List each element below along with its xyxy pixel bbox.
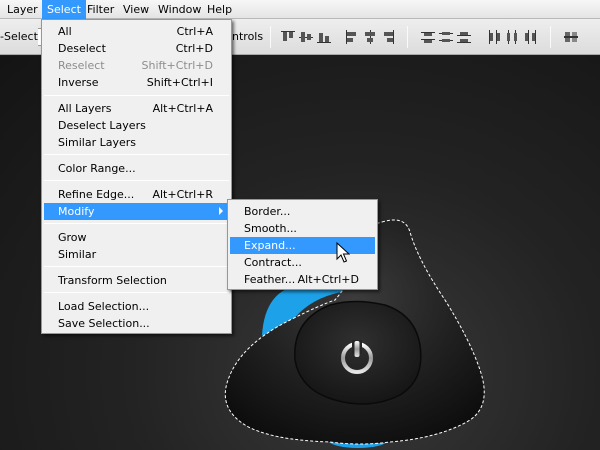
- menu-separator: [44, 180, 229, 181]
- menu-item-transform-selection[interactable]: Transform Selection: [44, 272, 229, 289]
- distribute-bottom-edges-icon[interactable]: [456, 29, 472, 45]
- menu-item-label: Color Range...: [58, 162, 136, 175]
- menu-item-shortcut: Shift+Ctrl+I: [146, 76, 213, 89]
- menu-item-save-selection[interactable]: Save Selection...: [44, 315, 229, 332]
- menu-item-label: Deselect Layers: [58, 119, 146, 132]
- align-right-edges-icon[interactable]: [380, 29, 396, 45]
- menu-bar: Layer Select Filter View Window Help: [0, 0, 600, 19]
- menu-item-label: All: [58, 25, 72, 38]
- mouse-pointer-icon: [336, 242, 350, 263]
- menu-item-label: Similar Layers: [58, 136, 137, 149]
- show-transform-controls-label[interactable]: ntrols: [232, 30, 263, 44]
- modify-submenu: Border... Smooth... Expand... Contract..…: [227, 199, 378, 290]
- distribute-top-edges-icon[interactable]: [420, 29, 436, 45]
- menu-item-inverse[interactable]: Inverse Shift+Ctrl+I: [44, 74, 229, 91]
- toolbar-divider: [270, 26, 271, 48]
- menu-item-label: Smooth...: [244, 222, 297, 235]
- menu-item-shortcut: Alt+Ctrl+R: [152, 188, 213, 201]
- menu-item-modify[interactable]: Modify: [44, 203, 229, 220]
- menu-item-label: Deselect: [58, 42, 106, 55]
- menu-item-label: Reselect: [58, 59, 105, 72]
- menu-item-border[interactable]: Border...: [230, 203, 375, 220]
- menu-item-all[interactable]: All Ctrl+A: [44, 23, 229, 40]
- auto-align-layers-icon[interactable]: [563, 29, 579, 45]
- menu-help[interactable]: Help: [202, 0, 237, 19]
- menu-item-label: Similar: [58, 248, 97, 261]
- menu-separator: [44, 95, 229, 96]
- menu-item-label: Refine Edge...: [58, 188, 135, 201]
- menu-item-smooth[interactable]: Smooth...: [230, 220, 375, 237]
- menu-item-expand[interactable]: Expand...: [230, 237, 375, 254]
- distribute-horizontal-centers-icon[interactable]: [504, 29, 520, 45]
- auto-select-label: -Select:: [0, 30, 42, 43]
- menu-item-deselect-layers[interactable]: Deselect Layers: [44, 117, 229, 134]
- menu-item-grow[interactable]: Grow: [44, 229, 229, 246]
- menu-item-label: Border...: [244, 205, 291, 218]
- menu-item-label: Save Selection...: [58, 317, 150, 330]
- menu-item-feather[interactable]: Feather... Alt+Ctrl+D: [230, 271, 375, 288]
- menu-item-load-selection[interactable]: Load Selection...: [44, 298, 229, 315]
- menu-item-all-layers[interactable]: All Layers Alt+Ctrl+A: [44, 100, 229, 117]
- menu-item-deselect[interactable]: Deselect Ctrl+D: [44, 40, 229, 57]
- menu-item-shortcut: Ctrl+D: [175, 42, 213, 55]
- menu-item-shortcut: Alt+Ctrl+A: [152, 102, 213, 115]
- menu-item-shortcut: Shift+Ctrl+D: [141, 59, 213, 72]
- submenu-arrow-icon: [219, 207, 223, 215]
- menu-separator: [44, 223, 229, 224]
- toolbar-divider: [407, 26, 408, 48]
- menu-item-reselect: Reselect Shift+Ctrl+D: [44, 57, 229, 74]
- menu-item-label: Transform Selection: [58, 274, 167, 287]
- menu-separator: [44, 154, 229, 155]
- menu-item-shortcut: Alt+Ctrl+D: [297, 273, 359, 286]
- align-bottom-edges-icon[interactable]: [316, 29, 332, 45]
- menu-item-contract[interactable]: Contract...: [230, 254, 375, 271]
- menu-item-similar-layers[interactable]: Similar Layers: [44, 134, 229, 151]
- menu-separator: [44, 292, 229, 293]
- menu-layer[interactable]: Layer: [2, 0, 43, 19]
- menu-item-label: All Layers: [58, 102, 112, 115]
- menu-item-similar[interactable]: Similar: [44, 246, 229, 263]
- distribute-right-edges-icon[interactable]: [522, 29, 538, 45]
- align-left-edges-icon[interactable]: [344, 29, 360, 45]
- menu-item-label: Contract...: [244, 256, 302, 269]
- menu-item-label: Load Selection...: [58, 300, 150, 313]
- align-horizontal-centers-icon[interactable]: [362, 29, 378, 45]
- menu-select[interactable]: Select: [42, 0, 86, 19]
- menu-window[interactable]: Window: [153, 0, 206, 19]
- menu-item-label: Expand...: [244, 239, 296, 252]
- menu-item-refine-edge[interactable]: Refine Edge... Alt+Ctrl+R: [44, 186, 229, 203]
- menu-separator: [44, 266, 229, 267]
- align-vertical-centers-icon[interactable]: [298, 29, 314, 45]
- menu-item-label: Modify: [58, 205, 95, 218]
- menu-filter[interactable]: Filter: [82, 0, 119, 19]
- menu-item-label: Inverse: [58, 76, 99, 89]
- distribute-vertical-centers-icon[interactable]: [438, 29, 454, 45]
- select-menu: All Ctrl+A Deselect Ctrl+D Reselect Shift+C…: [41, 19, 232, 334]
- menu-item-color-range[interactable]: Color Range...: [44, 160, 229, 177]
- menu-item-label: Grow: [58, 231, 87, 244]
- menu-item-label: Feather...: [244, 273, 296, 286]
- distribute-left-edges-icon[interactable]: [486, 29, 502, 45]
- menu-item-shortcut: Ctrl+A: [176, 25, 213, 38]
- menu-view[interactable]: View: [118, 0, 154, 19]
- toolbar-divider: [550, 26, 551, 48]
- align-top-edges-icon[interactable]: [280, 29, 296, 45]
